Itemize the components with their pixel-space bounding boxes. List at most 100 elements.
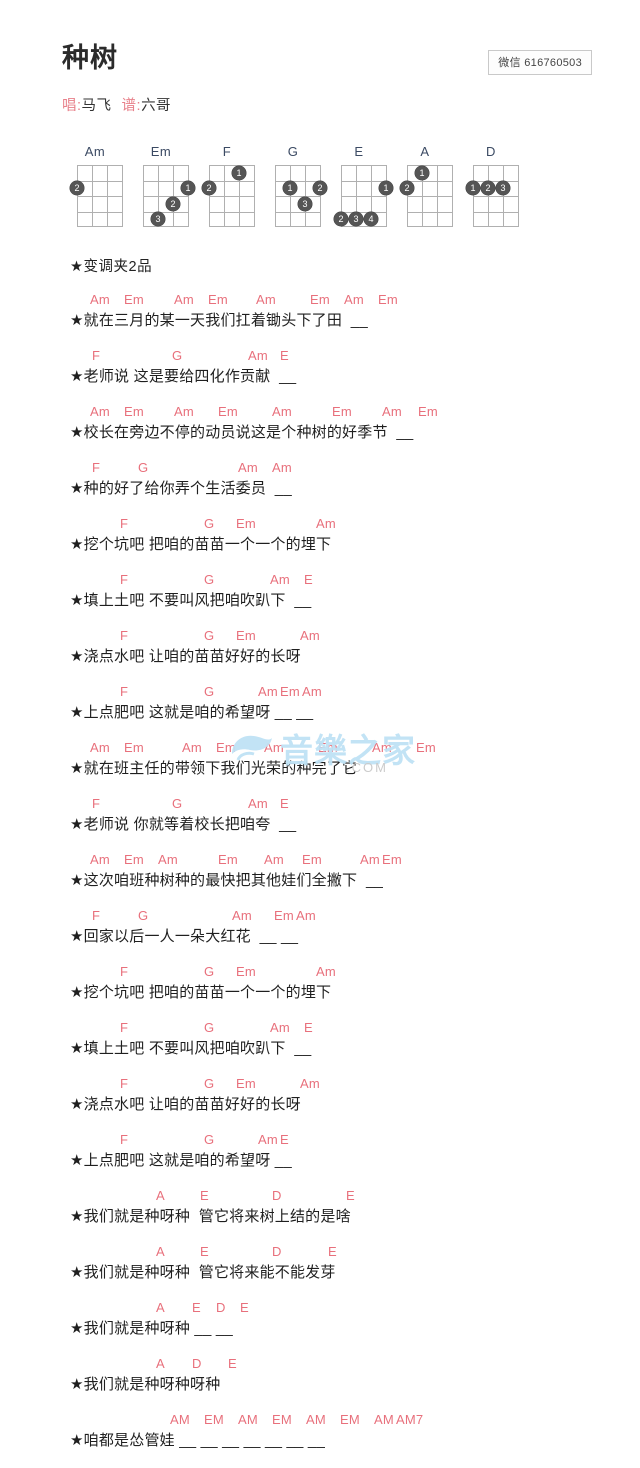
- chord-line: F G Am Em Am: [70, 684, 630, 702]
- chord-label: Am: [316, 964, 336, 979]
- lyric-line: ★这次咱班种树种的最快把其他娃们全撇下 __: [70, 872, 384, 889]
- sing-label: 唱:: [62, 97, 82, 114]
- chord-finger-dot: 2: [313, 181, 327, 196]
- chord-label: Am: [302, 684, 322, 699]
- chord-label: F: [120, 964, 129, 979]
- lyric-block: A E D E ★我们就是种呀种 __ __: [70, 1300, 630, 1356]
- chord-label: G: [138, 460, 149, 475]
- sing-value: 马飞: [81, 97, 112, 114]
- chord-label: Am: [296, 908, 316, 923]
- chord-label: Am: [264, 852, 284, 867]
- chord-label: G: [204, 572, 215, 587]
- chord-label: Em: [280, 684, 300, 699]
- lyric-line: ★我们就是种呀种 __ __: [70, 1320, 233, 1337]
- chord-diagram-label: F: [222, 144, 232, 159]
- chord-label: Am: [272, 404, 292, 419]
- chord-line: Am Em Am Em Am Em Am Em: [70, 292, 630, 310]
- lyric-line: ★我们就是种呀种呀种: [70, 1376, 221, 1393]
- chord-label: EM: [204, 1412, 224, 1427]
- chord-label: A: [156, 1188, 165, 1203]
- chord-label: Em: [236, 964, 256, 979]
- chord-label: Am: [174, 292, 194, 307]
- lyric-line: ★我们就是种呀种 管它将来树上结的是啥: [70, 1208, 351, 1225]
- chord-line: F G Em Am: [70, 628, 630, 646]
- chord-label: Am: [232, 908, 252, 923]
- lyric-block: AM EM AM EM AM EM AM AM7 ★咱都是怂管娃 __ __ __ __ __ …: [70, 1412, 630, 1468]
- chord-label: E: [228, 1356, 237, 1371]
- lyric-line: ★就在班主任的带领下我们光荣的种完了它: [70, 760, 358, 777]
- chord-label: Am: [372, 740, 392, 755]
- chord-label: AM: [374, 1412, 394, 1427]
- chord-label: G: [204, 684, 215, 699]
- lyric-line: ★上点肥吧 这就是咱的希望呀 __ __: [70, 704, 314, 721]
- chord-finger-dot: 1: [379, 181, 393, 196]
- chord-finger-dot: 1: [232, 165, 246, 180]
- chord-label: E: [304, 572, 313, 587]
- chord-grid: 123: [135, 165, 195, 227]
- sheet-header: 种树 唱:马飞 谱:六哥 微信 616760503: [0, 0, 640, 115]
- chord-line: AM EM AM EM AM EM AM AM7: [70, 1412, 630, 1430]
- chord-grid: 2: [69, 165, 123, 227]
- chord-label: Am: [270, 1020, 290, 1035]
- lyric-line: ★种的好了给你弄个生活委员 __: [70, 480, 292, 497]
- chord-label: Am: [344, 292, 364, 307]
- lyric-block: F G Em Am ★挖个坑吧 把咱的苗苗一个一个的埋下: [70, 964, 630, 1020]
- chord-label: Em: [124, 740, 144, 755]
- chord-line: Am Em Am Em Am Em Am Em: [70, 404, 630, 422]
- lyric-line: ★浇点水吧 让咱的苗苗好好的长呀: [70, 1096, 301, 1113]
- chord-line: F G Am Am: [70, 460, 630, 478]
- lyric-block: A E D E ★我们就是种呀种 管它将来能不能发芽: [70, 1244, 630, 1300]
- chord-label: E: [200, 1188, 209, 1203]
- chord-diagram-row: Am 2 Em 1 2 3 F 1 2 G 1 2 3 E 1 2 3 4 A 1 2 D 1 2 3: [62, 144, 582, 227]
- chord-line: F G Am Em Am: [70, 908, 630, 926]
- chord-label: Em: [378, 292, 398, 307]
- chord-label: Em: [124, 292, 144, 307]
- chord-label: G: [204, 1020, 215, 1035]
- chord-label: Em: [218, 404, 238, 419]
- chord-label: EM: [340, 1412, 360, 1427]
- chord-line: F G Em Am: [70, 516, 630, 534]
- chord-line: AEDE: [70, 1188, 630, 1206]
- chord-label: AM7: [396, 1412, 424, 1427]
- chord-label: F: [120, 572, 129, 587]
- lyric-line: ★上点肥吧 这就是咱的希望呀 __: [70, 1152, 292, 1169]
- chord-label: AM: [238, 1412, 258, 1427]
- chord-label: D: [272, 1244, 282, 1259]
- lyric-block: F G Am E ★老师说 你就等着校长把咱夸 __: [70, 796, 630, 852]
- chord-label: F: [92, 796, 101, 811]
- chord-label: Am: [272, 460, 292, 475]
- chord-label: D: [272, 1188, 282, 1203]
- chord-label: Am: [182, 740, 202, 755]
- chord-label: G: [172, 796, 183, 811]
- lyric-block: A E D E ★我们就是种呀种 管它将来树上结的是啥: [70, 1188, 630, 1244]
- chord-label: Am: [300, 1076, 320, 1091]
- chord-label: Em: [332, 404, 352, 419]
- lyric-line: ★就在三月的某一天我们扛着锄头下了田 __: [70, 312, 368, 329]
- chord-label: Am: [238, 460, 258, 475]
- chord-label: Em: [274, 908, 294, 923]
- chord-finger-dot: 1: [415, 165, 429, 180]
- lyric-block: F G Am E ★老师说 这是要给四化作贡献 __: [70, 348, 630, 404]
- chord-sheet-page: 种树 唱:马飞 谱:六哥 微信 616760503 Am 2 Em 1 2 3 F 1 2 G 1 2 3…: [0, 0, 640, 1453]
- chord-label: Am: [90, 740, 110, 755]
- chord-label: Am: [90, 852, 110, 867]
- chord-grid: 123: [267, 165, 327, 227]
- chord-label: A: [156, 1356, 165, 1371]
- chord-diagram-f: F 12: [194, 144, 260, 227]
- credits: 唱:马飞 谱:六哥: [62, 94, 640, 115]
- chord-label: Am: [248, 348, 268, 363]
- chord-label: Am: [360, 852, 380, 867]
- chord-label: F: [120, 1076, 129, 1091]
- chord-label: G: [204, 1076, 215, 1091]
- lyric-block: Am Em Am Em Am Em Am Em ★校长在旁边不停的动员说这是个种树的好季节 __: [70, 404, 630, 460]
- chord-label: F: [120, 1020, 129, 1035]
- chord-line: F G Am E: [70, 796, 630, 814]
- lyric-line: ★填上土吧 不要叫风把咱吹趴下 __: [70, 1040, 312, 1057]
- chord-diagram-label: A: [420, 144, 430, 159]
- lyric-block: F G Am E ★填上土吧 不要叫风把咱吹趴下 __: [70, 1020, 630, 1076]
- chord-label: AM: [170, 1412, 190, 1427]
- chord-label: Am: [174, 404, 194, 419]
- chord-label: Am: [90, 404, 110, 419]
- chord-label: Am: [256, 292, 276, 307]
- chord-label: Am: [264, 740, 284, 755]
